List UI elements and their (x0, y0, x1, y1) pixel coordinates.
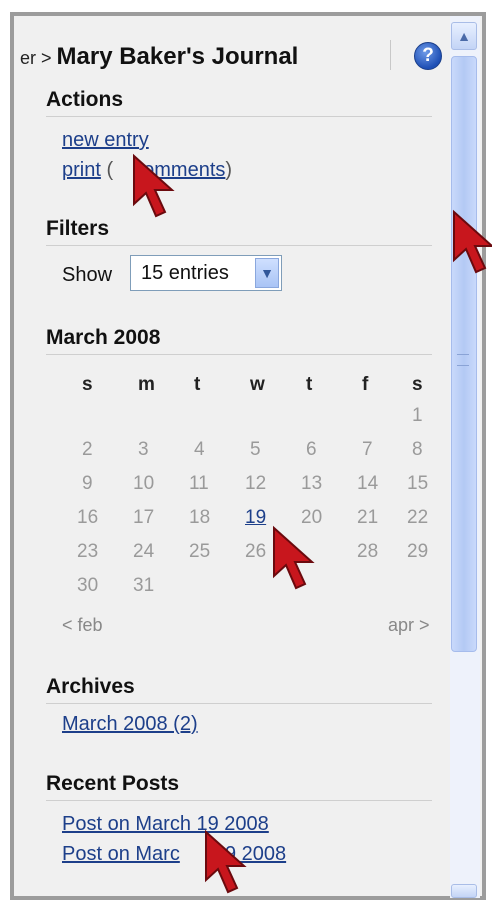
calendar-day: 12 (245, 473, 267, 494)
calendar-day: 23 (77, 541, 99, 562)
vertical-scrollbar[interactable]: ▲ (450, 16, 480, 898)
calendar-day: 2 (82, 439, 93, 460)
calendar-day: 24 (133, 541, 155, 562)
page-title: Mary Baker's Journal (56, 43, 299, 70)
calendar-day: 8 (412, 439, 423, 460)
calendar-weekday: w (250, 374, 265, 395)
calendar-prev-link[interactable]: < feb (62, 615, 103, 636)
help-circle-icon[interactable]: ? (414, 42, 442, 70)
calendar-weekday: s (412, 374, 423, 395)
chevron-down-icon[interactable]: ▼ (255, 258, 279, 288)
calendar-day: 1 (412, 405, 423, 426)
calendar-day: 17 (133, 507, 155, 528)
calendar-day: 15 (407, 473, 429, 494)
archives-heading: Archives (46, 675, 432, 704)
recent-posts-heading: Recent Posts (46, 772, 432, 801)
cursor-arrow-icon (273, 525, 315, 590)
calendar-day: 30 (77, 575, 99, 596)
print-link[interactable]: print (62, 159, 101, 181)
archive-link-march-2008[interactable]: March 2008 (2) (62, 713, 198, 736)
calendar-day: 13 (301, 473, 323, 494)
calendar-day: 31 (133, 575, 155, 596)
calendar-weekday: m (138, 374, 155, 395)
calendar-day: 16 (77, 507, 99, 528)
calendar-day: 11 (189, 473, 209, 494)
show-label: Show (62, 264, 113, 286)
calendar-day: 21 (357, 507, 379, 528)
filters-heading: Filters (46, 217, 432, 246)
panel-header: er > Mary Baker's Journal ? (14, 16, 442, 82)
calendar-weekday: t (306, 374, 313, 395)
calendar-day: 25 (189, 541, 211, 562)
calendar-day-link[interactable]: 19 (245, 507, 266, 529)
calendar-next-link[interactable]: apr > (388, 615, 430, 636)
cursor-arrow-icon (133, 153, 175, 218)
calendar-day: 18 (189, 507, 211, 528)
calendar-heading: March 2008 (46, 326, 432, 355)
calendar-weekday: s (82, 374, 93, 395)
calendar-weekday: f (362, 374, 369, 395)
breadcrumb: er > Mary Baker's Journal (20, 43, 298, 71)
calendar-day: 5 (250, 439, 261, 460)
cursor-arrow-icon (205, 829, 247, 894)
cursor-arrow-icon (453, 209, 492, 274)
calendar-day: 3 (138, 439, 149, 460)
entries-select[interactable]: 15 entries ▼ (130, 255, 282, 291)
scrollbar-grip-icon (457, 354, 469, 366)
calendar-day: 29 (407, 541, 429, 562)
calendar-day: 28 (357, 541, 379, 562)
calendar-weekday: t (194, 374, 201, 395)
new-entry-link[interactable]: new entry (62, 129, 149, 152)
calendar-day: 10 (133, 473, 155, 494)
scroll-down-icon[interactable] (451, 884, 477, 898)
entries-select-value: 15 entries (141, 262, 229, 284)
actions-heading: Actions (46, 88, 432, 117)
header-divider (390, 40, 391, 70)
help-label: ? (422, 45, 434, 66)
print-paren-close: ) (225, 159, 233, 181)
calendar-day: 26 (245, 541, 267, 562)
calendar-day: 6 (306, 439, 317, 460)
breadcrumb-prefix[interactable]: er > (20, 48, 57, 68)
print-paren-open: ( (100, 159, 114, 181)
calendar-day: 4 (194, 439, 205, 460)
calendar-day: 14 (357, 473, 379, 494)
calendar-day: 7 (362, 439, 373, 460)
calendar-day: 9 (82, 473, 93, 494)
calendar-day: 22 (407, 507, 429, 528)
scroll-up-icon[interactable]: ▲ (451, 22, 477, 50)
recent-post-2-start[interactable]: Post on Marc (62, 843, 180, 865)
